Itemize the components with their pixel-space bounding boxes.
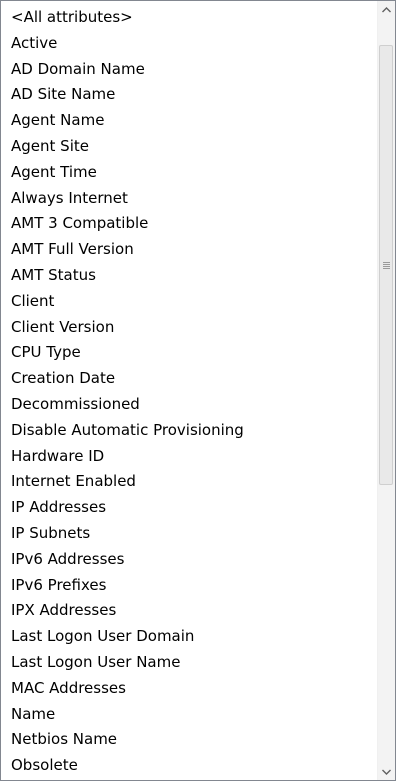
- list-item[interactable]: Last Logon User Name: [3, 650, 375, 676]
- list-item[interactable]: MAC Addresses: [3, 676, 375, 702]
- list-item[interactable]: IP Subnets: [3, 521, 375, 547]
- list-item[interactable]: Always Internet: [3, 186, 375, 212]
- scroll-down-button[interactable]: [378, 763, 395, 780]
- list-item[interactable]: Last Logon User Domain: [3, 624, 375, 650]
- list-item[interactable]: AD Site Name: [3, 82, 375, 108]
- list-item[interactable]: Decommissioned: [3, 392, 375, 418]
- list-item[interactable]: Hardware ID: [3, 444, 375, 470]
- attribute-listbox[interactable]: <All attributes> Active AD Domain Name AD S…: [0, 0, 396, 781]
- list-item[interactable]: Disable Automatic Provisioning: [3, 418, 375, 444]
- list-item[interactable]: Active: [3, 31, 375, 57]
- list-item[interactable]: AMT 3 Compatible: [3, 211, 375, 237]
- list-item[interactable]: IPv6 Prefixes: [3, 573, 375, 599]
- list-item[interactable]: Agent Time: [3, 160, 375, 186]
- list-item[interactable]: Name: [3, 702, 375, 728]
- list-item[interactable]: Client: [3, 289, 375, 315]
- scroll-up-button[interactable]: [378, 1, 395, 18]
- list-item[interactable]: IPv6 Addresses: [3, 547, 375, 573]
- scroll-thumb[interactable]: [379, 45, 393, 485]
- list-item[interactable]: IPX Addresses: [3, 598, 375, 624]
- chevron-up-icon: [382, 6, 391, 12]
- list-item[interactable]: AMT Full Version: [3, 237, 375, 263]
- list-item[interactable]: Internet Enabled: [3, 469, 375, 495]
- list-item[interactable]: <All attributes>: [3, 5, 375, 31]
- list-item[interactable]: Obsolete: [3, 753, 375, 779]
- list-item[interactable]: Creation Date: [3, 366, 375, 392]
- grip-icon: [382, 261, 390, 269]
- chevron-down-icon: [382, 769, 391, 775]
- attribute-list: <All attributes> Active AD Domain Name AD S…: [3, 5, 375, 779]
- list-item[interactable]: Netbios Name: [3, 727, 375, 753]
- list-item[interactable]: Agent Name: [3, 108, 375, 134]
- list-item[interactable]: Client Version: [3, 315, 375, 341]
- list-item[interactable]: AMT Status: [3, 263, 375, 289]
- vertical-scrollbar[interactable]: [377, 1, 395, 780]
- list-item[interactable]: CPU Type: [3, 340, 375, 366]
- list-item[interactable]: Agent Site: [3, 134, 375, 160]
- list-item[interactable]: AD Domain Name: [3, 57, 375, 83]
- list-item[interactable]: IP Addresses: [3, 495, 375, 521]
